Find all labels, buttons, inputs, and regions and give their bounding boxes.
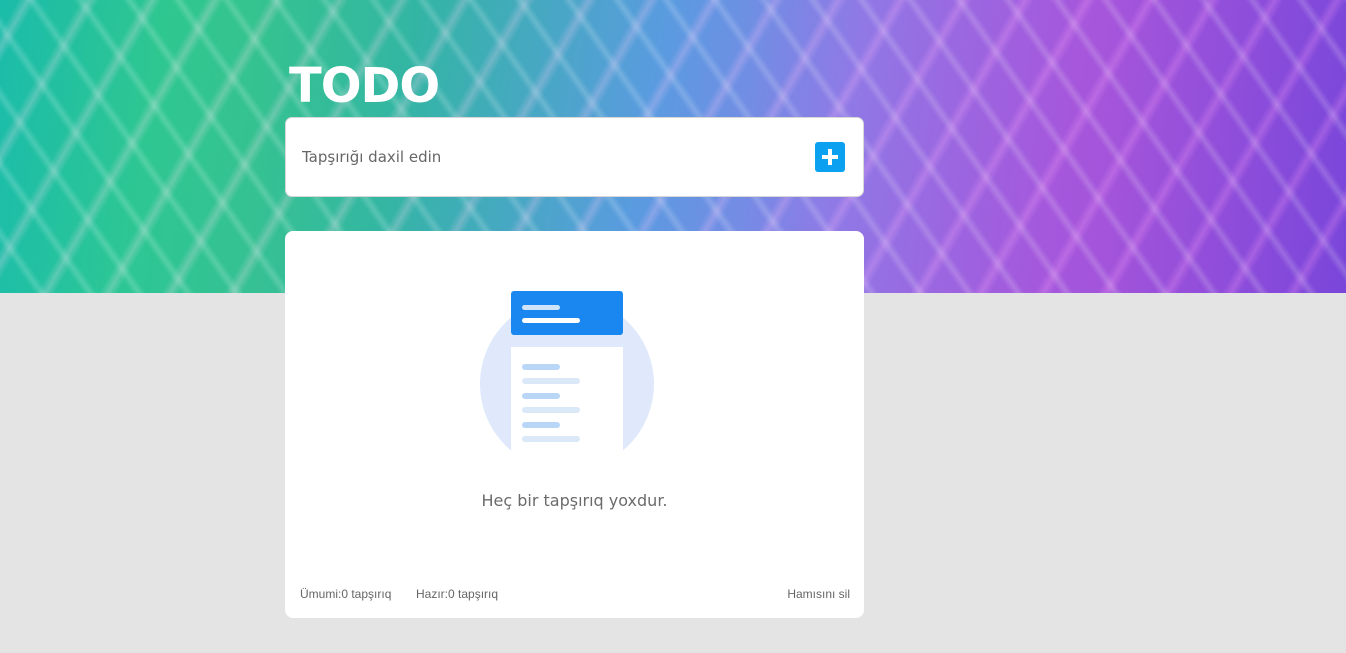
illustration-paper-line — [522, 436, 580, 442]
illustration-paper-line — [522, 422, 560, 428]
total-count: Ümumi:0 tapşırıq — [300, 587, 391, 601]
empty-list-illustration — [480, 291, 654, 479]
app-title: TODO — [289, 58, 440, 114]
illustration-paper-line — [522, 393, 560, 399]
illustration-header-line — [522, 318, 580, 323]
illustration-paper-line — [522, 407, 580, 413]
clear-all-button[interactable]: Hamısını sil — [787, 587, 850, 601]
task-input[interactable] — [302, 148, 815, 166]
add-task-button[interactable] — [815, 142, 845, 172]
done-label: Hazır: — [416, 587, 449, 601]
illustration-paper-line — [522, 364, 560, 370]
task-input-card — [285, 117, 864, 197]
done-count: Hazır:0 tapşırıq — [416, 587, 498, 601]
task-list-card: Heç bir tapşırıq yoxdur. Ümumi:0 tapşırı… — [285, 231, 864, 618]
illustration-paper-line — [522, 378, 580, 384]
empty-message: Heç bir tapşırıq yoxdur. — [481, 491, 668, 510]
total-value: 0 tapşırıq — [341, 587, 392, 601]
total-label: Ümumi: — [300, 587, 342, 601]
plus-icon — [822, 149, 838, 165]
illustration-header-card — [511, 291, 623, 335]
done-value: 0 tapşırıq — [448, 587, 499, 601]
illustration-header-line — [522, 305, 560, 310]
